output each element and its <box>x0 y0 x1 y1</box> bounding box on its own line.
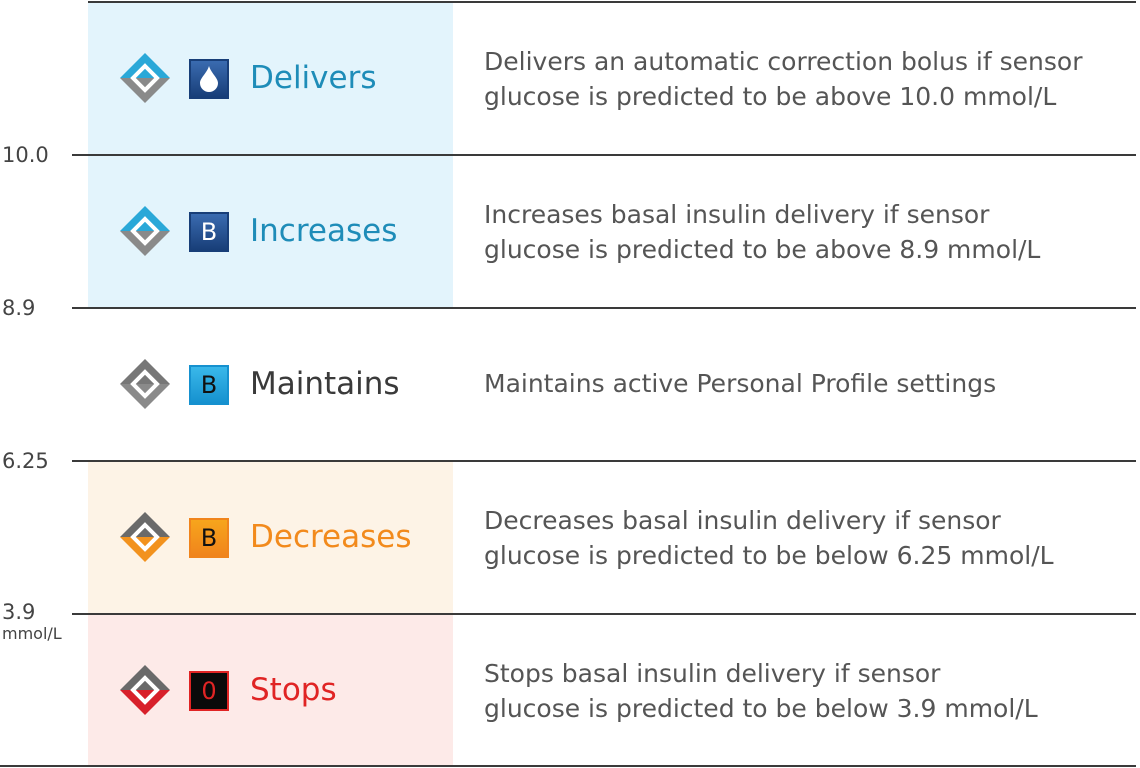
row-maintains: B Maintains Maintains active Personal Pr… <box>0 308 1140 461</box>
description-line: glucose is predicted to be below 3.9 mmo… <box>484 694 1038 723</box>
basal-b-icon: B <box>189 212 229 252</box>
threshold-8-9: 8.9 <box>2 296 36 320</box>
basal-b-icon: B <box>189 518 229 558</box>
row-stops: 0 Stops Stops basal insulin delivery if … <box>0 614 1140 767</box>
description-line: Stops basal insulin delivery if sensor <box>484 659 941 688</box>
status-label: Delivers <box>250 60 377 96</box>
unit-label: mmol/L <box>2 624 62 643</box>
divider <box>72 307 1136 309</box>
status-label: Maintains <box>250 366 400 402</box>
control-iq-diamond-icon <box>120 665 170 715</box>
threshold-3-9: 3.9 <box>2 600 36 624</box>
description: Maintains active Personal Profile settin… <box>484 366 996 401</box>
control-iq-diamond-icon <box>120 53 170 103</box>
description-line: glucose is predicted to be above 10.0 mm… <box>484 82 1057 111</box>
basal-b-icon: B <box>189 365 229 405</box>
description-line: glucose is predicted to be below 6.25 mm… <box>484 541 1054 570</box>
icon-glyph: B <box>200 524 218 552</box>
description: Stops basal insulin delivery if sensor gl… <box>484 656 1038 726</box>
status-label: Stops <box>250 672 337 708</box>
description-line: glucose is predicted to be above 8.9 mmo… <box>484 235 1041 264</box>
divider <box>72 460 1136 462</box>
icon-glyph: 0 <box>201 677 217 705</box>
control-iq-diamond-icon <box>120 206 170 256</box>
description: Delivers an automatic correction bolus i… <box>484 44 1082 114</box>
divider <box>88 1 1136 3</box>
divider <box>0 765 1136 767</box>
description-line: Decreases basal insulin delivery if sens… <box>484 506 1001 535</box>
control-iq-diamond-icon <box>120 512 170 562</box>
drop-icon <box>189 59 229 99</box>
row-decreases: B Decreases Decreases basal insulin deli… <box>0 461 1140 614</box>
zero-icon: 0 <box>189 671 229 711</box>
description-line: Delivers an automatic correction bolus i… <box>484 47 1083 76</box>
icon-glyph: B <box>200 218 218 246</box>
description-line: Maintains active Personal Profile settin… <box>484 369 997 398</box>
threshold-6-25: 6.25 <box>2 449 49 473</box>
control-iq-diamond-icon <box>120 359 170 409</box>
description: Decreases basal insulin delivery if sens… <box>484 503 1054 573</box>
icon-glyph: B <box>200 371 218 399</box>
row-delivers: Delivers Delivers an automatic correctio… <box>0 2 1140 155</box>
divider <box>72 154 1136 156</box>
description: Increases basal insulin delivery if sens… <box>484 197 1040 267</box>
status-label: Decreases <box>250 519 412 555</box>
description-line: Increases basal insulin delivery if sens… <box>484 200 990 229</box>
row-increases: B Increases Increases basal insulin deli… <box>0 155 1140 308</box>
status-label: Increases <box>250 213 398 249</box>
divider <box>72 613 1136 615</box>
threshold-10: 10.0 <box>2 143 49 167</box>
